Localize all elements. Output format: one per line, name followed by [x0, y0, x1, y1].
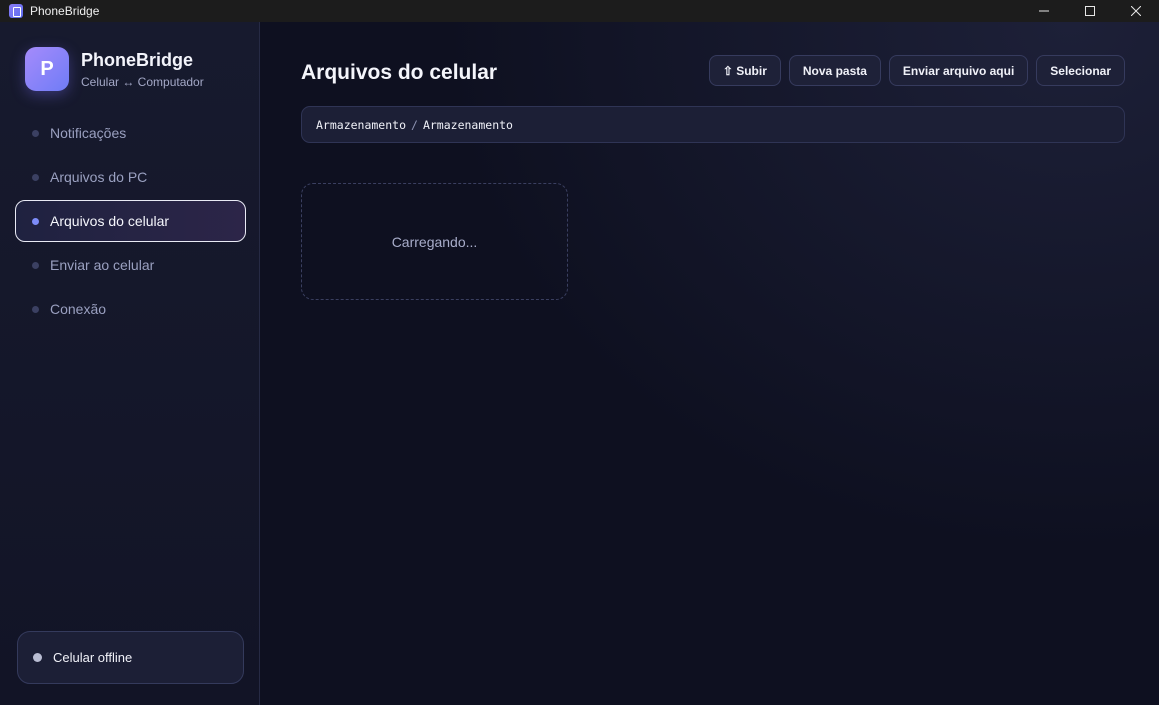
- sidebar-item-enviar-celular[interactable]: Enviar ao celular: [15, 244, 246, 286]
- sidebar-nav: Notificações Arquivos do PC Arquivos do …: [15, 112, 246, 332]
- nav-dot-icon: [32, 261, 39, 269]
- page-title: Arquivos do celular: [301, 61, 498, 84]
- toolbar: ⇧ Subir Nova pasta Enviar arquivo aqui S…: [701, 55, 1125, 86]
- nav-dot-icon: [32, 217, 39, 225]
- nav-dot-icon: [32, 129, 39, 137]
- go-up-button[interactable]: ⇧ Subir: [708, 55, 781, 86]
- window-controls: [1021, 0, 1159, 22]
- breadcrumb-item[interactable]: Armazenamento: [316, 118, 406, 132]
- maximize-button[interactable]: [1067, 0, 1113, 22]
- sidebar-item-label: Notificações: [50, 125, 127, 141]
- status-dot-icon: [33, 653, 42, 662]
- close-icon: [1131, 6, 1141, 16]
- sidebar-item-label: Arquivos do celular: [50, 213, 170, 229]
- close-button[interactable]: [1113, 0, 1159, 22]
- minimize-icon: [1039, 10, 1049, 12]
- breadcrumb: Armazenamento / Armazenamento: [301, 106, 1125, 143]
- brand-logo: P: [25, 47, 69, 91]
- new-folder-button[interactable]: Nova pasta: [788, 55, 881, 86]
- minimize-button[interactable]: [1021, 0, 1067, 22]
- sidebar-item-label: Enviar ao celular: [50, 257, 155, 273]
- breadcrumb-item[interactable]: Armazenamento: [423, 118, 513, 132]
- nav-dot-icon: [32, 305, 39, 313]
- sidebar-item-arquivos-celular[interactable]: Arquivos do celular: [15, 200, 246, 242]
- brand-subtitle: Celular ↔ Computador: [81, 74, 204, 89]
- connection-status-text: Celular offline: [53, 650, 133, 665]
- select-button[interactable]: Selecionar: [1036, 55, 1125, 86]
- sidebar: P PhoneBridge Celular ↔ Computador Notif…: [0, 22, 260, 705]
- breadcrumb-separator: /: [411, 117, 418, 132]
- nav-dot-icon: [32, 173, 39, 181]
- main-content: Arquivos do celular ⇧ Subir Nova pasta E…: [261, 22, 1159, 705]
- sidebar-item-notificacoes[interactable]: Notificações: [15, 112, 246, 154]
- loading-placeholder: Carregando...: [301, 183, 568, 300]
- sidebar-item-arquivos-pc[interactable]: Arquivos do PC: [15, 156, 246, 198]
- connection-status-card: Celular offline: [17, 631, 244, 684]
- brand: P PhoneBridge Celular ↔ Computador: [25, 47, 204, 91]
- app-icon: [9, 4, 23, 18]
- sidebar-item-label: Conexão: [50, 301, 107, 317]
- window-title: PhoneBridge: [30, 4, 100, 18]
- brand-name: PhoneBridge: [81, 49, 194, 70]
- sidebar-item-conexao[interactable]: Conexão: [15, 288, 246, 330]
- title-bar: PhoneBridge: [0, 0, 1159, 22]
- maximize-icon: [1085, 6, 1095, 16]
- loading-text: Carregando...: [391, 233, 478, 250]
- upload-file-button[interactable]: Enviar arquivo aqui: [888, 55, 1029, 86]
- brand-text: PhoneBridge Celular ↔ Computador: [81, 50, 204, 89]
- sidebar-item-label: Arquivos do PC: [50, 169, 148, 185]
